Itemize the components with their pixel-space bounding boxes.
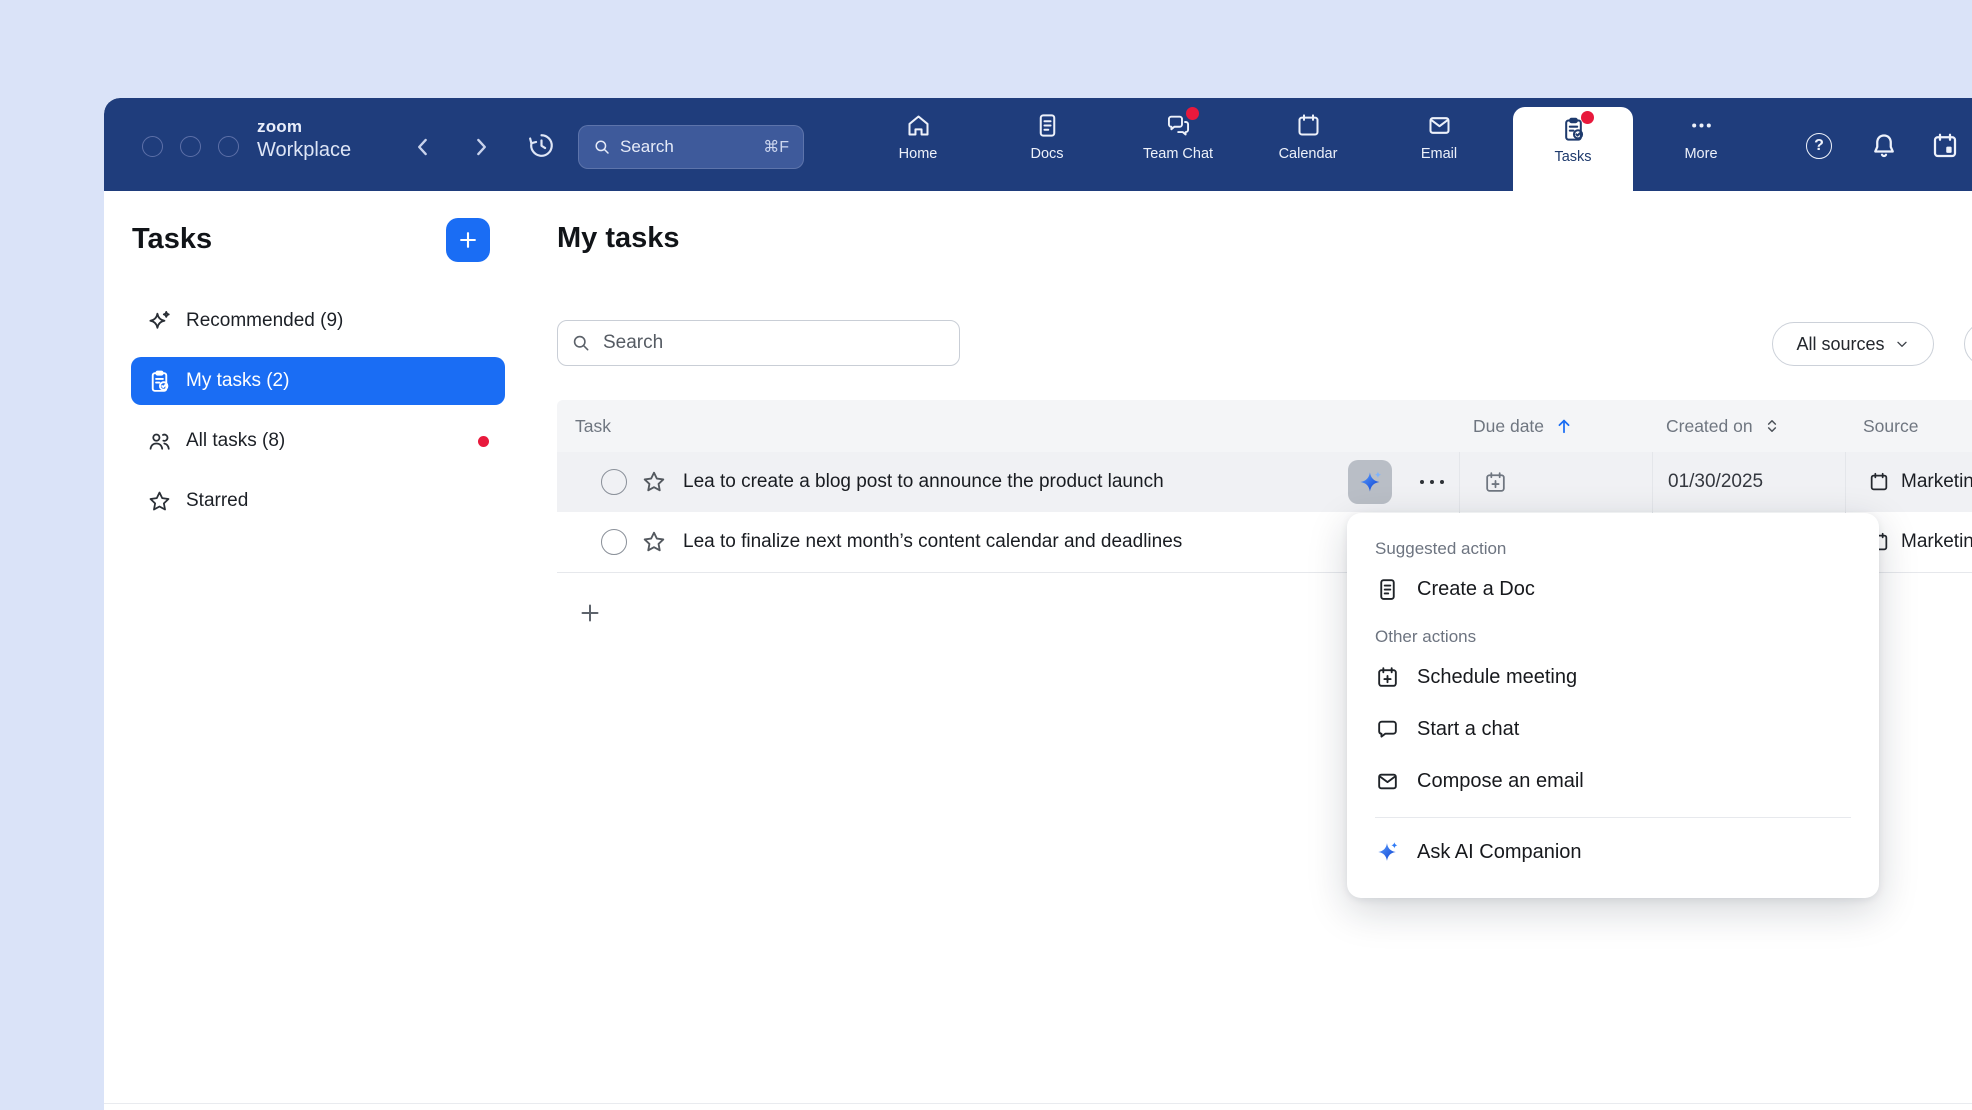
back-icon[interactable]: [410, 134, 436, 160]
chevron-down-icon: [1894, 336, 1910, 352]
search-icon: [593, 138, 611, 156]
sort-icon: [1763, 417, 1781, 435]
more-icon: [1688, 112, 1715, 139]
add-due-date-icon[interactable]: [1483, 470, 1508, 495]
task-search[interactable]: [557, 320, 960, 366]
add-task-button[interactable]: [446, 218, 490, 262]
window-control-close[interactable]: [142, 136, 163, 157]
tasks-badge: [1581, 111, 1594, 124]
star-icon[interactable]: [641, 469, 667, 495]
page-title: My tasks: [557, 222, 680, 255]
ai-companion-button[interactable]: [1348, 460, 1392, 504]
nav-item-email[interactable]: Email: [1387, 112, 1491, 184]
team-chat-icon: [1165, 112, 1192, 139]
sidebar-item-label: Starred: [186, 490, 248, 512]
sources-filter-label: All sources: [1796, 334, 1884, 355]
calendar-icon: [1868, 471, 1890, 493]
notifications-bell-icon[interactable]: [1869, 131, 1899, 161]
window-control-minimize[interactable]: [180, 136, 201, 157]
task-title: Lea to finalize next month’s content cal…: [683, 512, 1182, 572]
menu-item-compose-email[interactable]: Compose an email: [1375, 759, 1851, 803]
suggested-actions-popup: Suggested action Create a Doc Other acti…: [1347, 513, 1879, 898]
forward-icon[interactable]: [468, 134, 494, 160]
task-complete-checkbox[interactable]: [601, 529, 627, 555]
sparkle-icon: [147, 309, 172, 334]
brand-workplace: Workplace: [257, 140, 351, 160]
top-navbar: zoom Workplace Search ⌘F: [104, 98, 1972, 191]
clipped-filter-button[interactable]: [1964, 322, 1972, 366]
email-icon: [1426, 112, 1453, 139]
table-header: Task Due date Created on Source: [557, 400, 1972, 452]
nav-item-tasks-active[interactable]: Tasks: [1513, 107, 1633, 191]
task-title: Lea to create a blog post to announce th…: [683, 452, 1164, 512]
sidebar-item-all-tasks[interactable]: All tasks (8): [131, 417, 505, 465]
screen: zoom Workplace Search ⌘F: [0, 0, 1972, 1110]
column-header-task[interactable]: Task: [575, 400, 611, 452]
nav-item-team-chat[interactable]: Team Chat: [1126, 112, 1230, 184]
help-icon[interactable]: ?: [1806, 133, 1836, 163]
chat-icon: [1375, 717, 1400, 742]
email-icon: [1375, 769, 1400, 794]
search-icon: [571, 333, 591, 353]
brand-logo: zoom Workplace: [257, 118, 351, 160]
source-cell: Marketing: [1868, 512, 1972, 572]
window-bottom-divider: [104, 1103, 1972, 1104]
window-control-zoom[interactable]: [218, 136, 239, 157]
created-on-value: 01/30/2025: [1668, 452, 1763, 512]
sidebar-item-starred[interactable]: Starred: [131, 477, 505, 525]
doc-icon: [1375, 577, 1400, 602]
sources-filter-dropdown[interactable]: All sources: [1772, 322, 1934, 366]
brand-zoom: zoom: [257, 118, 351, 135]
popup-section-label: Suggested action: [1375, 539, 1851, 559]
ai-sparkle-icon: [1375, 840, 1400, 865]
column-header-due-date[interactable]: Due date: [1473, 400, 1574, 452]
star-icon: [147, 489, 172, 514]
nav-item-docs[interactable]: Docs: [995, 112, 1099, 184]
source-cell: Marketing: [1868, 452, 1972, 512]
source-label: Marketing: [1901, 531, 1972, 553]
menu-item-schedule-meeting[interactable]: Schedule meeting: [1375, 655, 1851, 699]
history-icon[interactable]: [527, 131, 556, 160]
nav-item-more[interactable]: More: [1649, 112, 1753, 184]
column-header-source[interactable]: Source: [1863, 400, 1918, 452]
menu-item-create-doc[interactable]: Create a Doc: [1375, 567, 1851, 611]
task-search-input[interactable]: [601, 331, 946, 355]
task-complete-checkbox[interactable]: [601, 469, 627, 495]
row-more-button[interactable]: [1415, 473, 1449, 491]
home-icon: [905, 112, 932, 139]
calendar-plus-icon: [1375, 665, 1400, 690]
column-header-created-on[interactable]: Created on: [1666, 400, 1781, 452]
sidebar-item-my-tasks[interactable]: My tasks (2): [131, 357, 505, 405]
global-search[interactable]: Search ⌘F: [578, 125, 804, 169]
sidebar-item-label: All tasks (8): [186, 430, 285, 452]
source-label: Marketing: [1901, 471, 1972, 493]
sidebar-item-label: Recommended (9): [186, 310, 343, 332]
tasks-icon: [1560, 116, 1587, 143]
all-tasks-badge: [478, 436, 489, 447]
team-chat-badge: [1186, 107, 1199, 120]
global-search-placeholder: Search: [620, 137, 674, 157]
clipboard-check-icon: [147, 369, 172, 394]
sidebar-menu: Recommended (9) My tasks (2): [131, 297, 505, 525]
search-shortcut: ⌘F: [763, 137, 789, 157]
star-icon[interactable]: [641, 529, 667, 555]
sidebar-item-recommended[interactable]: Recommended (9): [131, 297, 505, 345]
menu-item-start-chat[interactable]: Start a chat: [1375, 707, 1851, 751]
popup-divider: [1375, 817, 1851, 818]
people-icon: [147, 429, 172, 454]
add-task-inline-button[interactable]: [578, 601, 602, 625]
calendar-today-icon[interactable]: [1930, 131, 1960, 161]
sort-ascending-icon: [1554, 416, 1574, 436]
nav-item-calendar[interactable]: Calendar: [1256, 112, 1360, 184]
sidebar-item-label: My tasks (2): [186, 370, 289, 392]
sidebar: Tasks Recommended (9): [104, 191, 532, 1110]
popup-section-label: Other actions: [1375, 627, 1851, 647]
table-row[interactable]: Lea to create a blog post to announce th…: [557, 452, 1972, 512]
docs-icon: [1034, 112, 1061, 139]
menu-item-ask-ai-companion[interactable]: Ask AI Companion: [1375, 830, 1851, 874]
sidebar-title: Tasks: [132, 223, 212, 256]
calendar-icon: [1295, 112, 1322, 139]
nav-item-home[interactable]: Home: [866, 112, 970, 184]
